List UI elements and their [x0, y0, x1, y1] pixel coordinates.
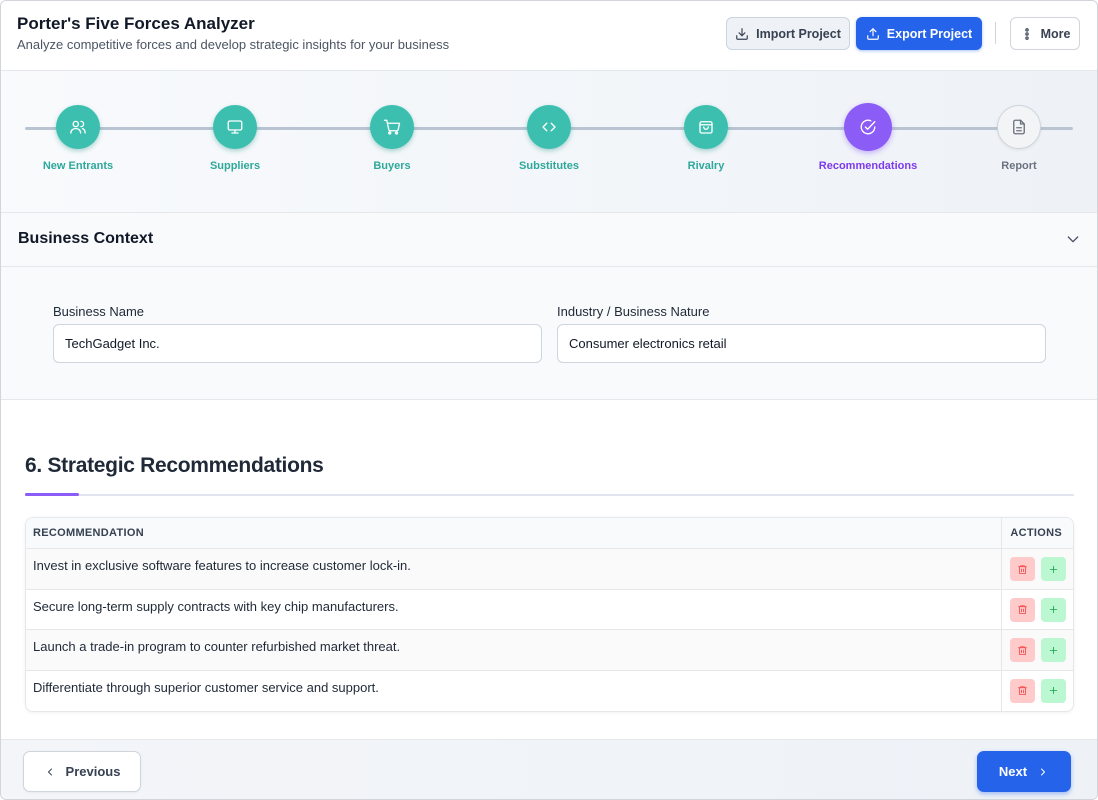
- step-new-entrants[interactable]: New Entrants: [13, 105, 143, 172]
- business-name-input[interactable]: [53, 324, 542, 363]
- next-label: Next: [998, 764, 1028, 779]
- delete-row-button[interactable]: [1010, 638, 1035, 662]
- delete-row-button[interactable]: [1010, 597, 1035, 622]
- table-row: Launch a trade-in program to counter ref…: [26, 630, 1073, 671]
- recommendation-text[interactable]: Secure long-term supply contracts with k…: [33, 599, 399, 614]
- add-row-button[interactable]: [1041, 557, 1066, 581]
- step-substitutes[interactable]: Substitutes: [484, 105, 614, 172]
- table-header: RECOMMENDATION ACTIONS: [26, 518, 1073, 549]
- document-icon: [997, 105, 1041, 149]
- check-circle-icon: [844, 103, 892, 151]
- step-recommendations[interactable]: Recommendations: [803, 103, 933, 172]
- add-row-button[interactable]: [1041, 638, 1066, 662]
- chevron-right-icon: [1041, 768, 1046, 775]
- step-label: Substitutes: [519, 160, 579, 172]
- step-buyers[interactable]: Buyers: [327, 105, 457, 172]
- more-label: More: [1040, 26, 1071, 41]
- business-context-panel: Business Name Industry / Business Nature: [1, 267, 1097, 400]
- app-title: Porter's Five Forces Analyzer: [17, 14, 255, 33]
- users-icon: [56, 105, 100, 149]
- app-subtitle: Analyze competitive forces and develop s…: [17, 37, 450, 52]
- header-divider: [995, 22, 996, 44]
- cart-icon: [370, 105, 414, 149]
- recommendations-table: RECOMMENDATION ACTIONS Invest in exclusi…: [25, 517, 1074, 712]
- next-button[interactable]: Next: [977, 751, 1071, 792]
- step-label: Report: [1001, 160, 1037, 172]
- step-label: Buyers: [373, 160, 411, 172]
- import-project-label: Import Project: [756, 26, 841, 41]
- section-divider: [25, 494, 1074, 496]
- step-label: Suppliers: [209, 160, 261, 172]
- column-header-actions: ACTIONS: [1010, 527, 1062, 539]
- footer-navigation: Previous Next: [1, 739, 1097, 799]
- column-separator: [1001, 518, 1002, 548]
- progress-stepper: New Entrants Suppliers Buyers Substitute…: [1, 71, 1097, 213]
- column-separator: [1001, 670, 1002, 711]
- trash-icon: [1017, 645, 1028, 655]
- industry-label: Industry / Business Nature: [557, 304, 710, 319]
- shopping-bag-icon: [684, 105, 728, 149]
- section-divider-accent: [25, 493, 79, 496]
- code-icon: [527, 105, 571, 149]
- table-row: Differentiate through superior customer …: [26, 670, 1073, 711]
- step-label: New Entrants: [42, 160, 114, 172]
- export-project-button[interactable]: Export Project: [856, 17, 982, 50]
- column-header-recommendation: RECOMMENDATION: [33, 527, 144, 539]
- download-icon: [736, 27, 748, 40]
- step-label: Recommendations: [818, 160, 918, 172]
- step-label: Rivalry: [687, 160, 725, 172]
- step-rivalry[interactable]: Rivalry: [641, 105, 771, 172]
- monitor-icon: [213, 105, 257, 149]
- section-title: 6. Strategic Recommendations: [25, 454, 324, 477]
- step-suppliers[interactable]: Suppliers: [170, 105, 300, 172]
- trash-icon: [1017, 686, 1028, 696]
- step-report[interactable]: Report: [954, 105, 1084, 172]
- previous-label: Previous: [65, 764, 121, 779]
- business-name-label: Business Name: [53, 304, 145, 319]
- more-vertical-icon: [1024, 27, 1029, 40]
- table-row: Secure long-term supply contracts with k…: [26, 589, 1073, 630]
- previous-button[interactable]: Previous: [23, 751, 141, 792]
- recommendation-text[interactable]: Launch a trade-in program to counter ref…: [33, 639, 400, 654]
- business-context-title: Business Context: [18, 230, 154, 247]
- recommendation-text[interactable]: Invest in exclusive software features to…: [33, 558, 411, 573]
- delete-row-button[interactable]: [1010, 557, 1035, 581]
- app-window: Porter's Five Forces Analyzer Analyze co…: [0, 0, 1098, 800]
- add-row-button[interactable]: [1041, 597, 1066, 622]
- column-separator: [1001, 549, 1002, 589]
- upload-icon: [866, 27, 879, 40]
- more-button[interactable]: More: [1010, 17, 1080, 50]
- plus-icon: [1049, 565, 1058, 573]
- column-separator: [1001, 630, 1002, 670]
- import-project-button[interactable]: Import Project: [726, 17, 850, 50]
- business-context-header[interactable]: Business Context: [1, 213, 1097, 267]
- add-row-button[interactable]: [1041, 678, 1066, 703]
- table-body: Invest in exclusive software features to…: [26, 549, 1073, 711]
- export-project-label: Export Project: [886, 26, 973, 41]
- industry-input[interactable]: [557, 324, 1046, 363]
- plus-icon: [1049, 646, 1058, 654]
- recommendation-text[interactable]: Differentiate through superior customer …: [33, 680, 379, 695]
- trash-icon: [1017, 605, 1028, 615]
- column-separator: [1001, 589, 1002, 629]
- table-row: Invest in exclusive software features to…: [26, 549, 1073, 590]
- trash-icon: [1017, 564, 1028, 574]
- chevron-left-icon: [47, 768, 52, 775]
- app-header: Porter's Five Forces Analyzer Analyze co…: [1, 1, 1097, 71]
- chevron-down-icon[interactable]: [1065, 231, 1081, 247]
- delete-row-button[interactable]: [1010, 678, 1035, 703]
- plus-icon: [1049, 686, 1058, 695]
- plus-icon: [1049, 605, 1058, 614]
